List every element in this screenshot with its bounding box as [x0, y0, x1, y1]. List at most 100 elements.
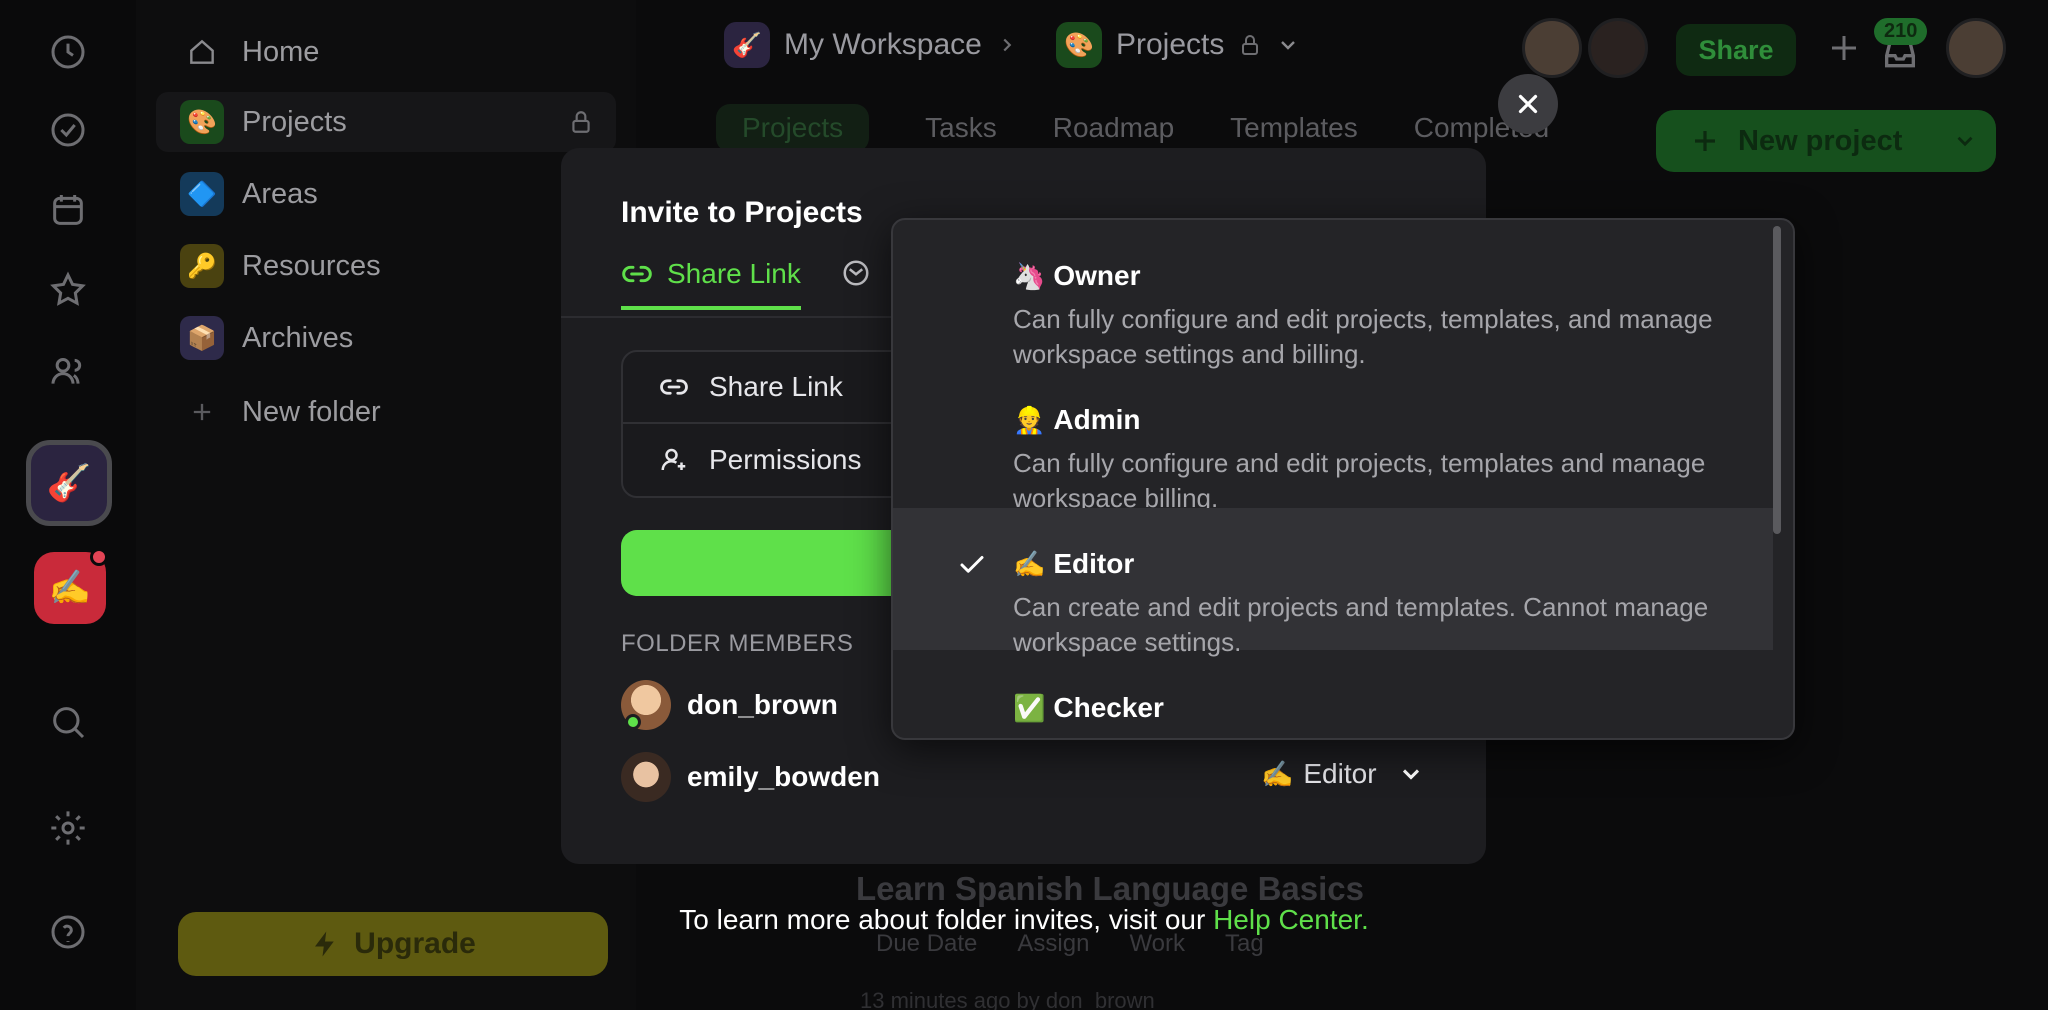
role-option-label: Checker: [1053, 692, 1164, 723]
chevron-right-icon: [996, 34, 1018, 56]
lock-icon: [568, 109, 594, 135]
calendar-icon[interactable]: [46, 188, 90, 232]
people-icon[interactable]: [46, 350, 90, 394]
project-card-title[interactable]: Learn Spanish Language Basics: [856, 870, 1364, 908]
role-option-admin[interactable]: 👷 Admin Can fully configure and edit pro…: [893, 364, 1773, 513]
member-name: don_brown: [687, 689, 838, 720]
construction-worker-icon: 👷: [1013, 405, 1046, 435]
role-dropdown: 🦄 Owner Can fully configure and edit pro…: [891, 218, 1795, 740]
permissions-option-label: Permissions: [709, 444, 862, 475]
close-modal-button[interactable]: [1498, 74, 1558, 134]
project-card-timestamp: 13 minutes ago by don_brown: [860, 988, 1155, 1010]
editor-role-icon: ✍️: [1261, 759, 1294, 789]
role-option-label: Editor: [1053, 548, 1135, 579]
breadcrumb-folder-label: Projects: [1116, 28, 1225, 61]
star-icon[interactable]: [46, 268, 90, 312]
unicorn-icon: 🦄: [1013, 261, 1046, 291]
member-name: emily_bowden: [687, 761, 880, 792]
role-option-description: Can fully configure and edit projects, t…: [1013, 304, 1713, 369]
envelope-icon: [841, 258, 871, 288]
modal-title: Invite to Projects: [621, 196, 863, 229]
sidebar-item-label: Home: [242, 35, 320, 68]
tab-templates[interactable]: Templates: [1230, 112, 1358, 152]
workspace-switcher-active[interactable]: 🎸: [26, 440, 112, 526]
breadcrumb-workspace-label: My Workspace: [784, 28, 982, 61]
sidebar-item-label: Archives: [242, 321, 354, 354]
plus-icon: [180, 390, 224, 434]
sidebar-item-archives[interactable]: 📦 Archives: [180, 308, 620, 368]
home-icon: [180, 30, 224, 74]
avatar[interactable]: [1522, 18, 1582, 78]
role-option-owner[interactable]: 🦄 Owner Can fully configure and edit pro…: [893, 220, 1773, 369]
areas-folder-icon: 🔷: [180, 172, 224, 216]
role-option-label: Admin: [1053, 404, 1141, 435]
tab-roadmap[interactable]: Roadmap: [1053, 112, 1174, 152]
folder-members-label: FOLDER MEMBERS: [621, 630, 854, 657]
help-note: To learn more about folder invites, visi…: [0, 904, 2048, 936]
tab-share-link-label: Share Link: [667, 258, 801, 289]
writing-hand-icon: ✍️: [1013, 549, 1046, 579]
sidebar-item-resources[interactable]: 🔑 Resources: [180, 236, 620, 296]
tab-email[interactable]: [841, 258, 871, 288]
role-option-title: 🦄 Owner: [1013, 260, 1141, 292]
new-project-label: New project: [1738, 124, 1903, 157]
projects-folder-icon: 🎨: [1056, 22, 1102, 68]
avatar[interactable]: [1946, 18, 2006, 78]
workspace-logo-icon: ✍️: [48, 569, 92, 607]
chevron-down-icon: [1397, 760, 1425, 788]
sidebar-item-label: Areas: [242, 177, 318, 210]
tab-projects[interactable]: Projects: [716, 104, 870, 152]
new-project-button[interactable]: New project: [1656, 110, 1996, 172]
role-option-label: Owner: [1053, 260, 1141, 291]
sidebar-item-label: Resources: [242, 249, 381, 282]
help-note-text: To learn more about folder invites, visi…: [679, 904, 1206, 935]
online-status-dot: [625, 714, 641, 730]
notification-dot: [90, 548, 108, 566]
check-circle-icon[interactable]: [46, 108, 90, 152]
dropdown-scrollbar[interactable]: [1773, 226, 1781, 534]
help-center-link[interactable]: Help Center.: [1213, 904, 1369, 935]
member-role-select[interactable]: ✍️ Editor: [1261, 758, 1425, 790]
avatar: [621, 752, 671, 802]
clock-icon[interactable]: [46, 30, 90, 74]
member-role-label: Editor: [1303, 758, 1377, 789]
sidebar-item-new-folder[interactable]: New folder: [180, 382, 620, 442]
role-option-title: 👷 Admin: [1013, 404, 1140, 436]
checkmark-icon: [957, 550, 987, 580]
sidebar-item-home[interactable]: Home: [180, 22, 620, 82]
sidebar-item-areas[interactable]: 🔷 Areas: [180, 164, 620, 224]
breadcrumb-workspace[interactable]: 🎸 My Workspace: [724, 22, 1018, 68]
avatar[interactable]: [1588, 18, 1648, 78]
role-option-title: ✍️ Editor: [1013, 548, 1134, 580]
link-icon: [659, 372, 689, 402]
plus-icon: [1690, 126, 1720, 156]
lock-icon: [1238, 33, 1262, 57]
tab-tasks[interactable]: Tasks: [925, 112, 997, 152]
projects-folder-icon: 🎨: [180, 100, 224, 144]
link-icon: [621, 258, 653, 290]
chevron-down-icon: [1276, 33, 1300, 57]
role-option-title: ✅ Checker: [1013, 692, 1164, 724]
gear-icon[interactable]: [46, 806, 90, 850]
member-row: emily_bowden: [621, 752, 880, 802]
check-mark-button-icon: ✅: [1013, 693, 1046, 723]
sidebar-item-label: Projects: [242, 105, 347, 138]
notification-badge: 210: [1874, 18, 1928, 45]
chevron-down-icon: [1952, 128, 1978, 154]
sidebar-item-label: New folder: [242, 395, 381, 428]
tab-share-link[interactable]: Share Link: [621, 258, 801, 310]
role-option-editor[interactable]: ✍️ Editor Can create and edit projects a…: [893, 508, 1773, 657]
role-option-description: Can create and edit projects and templat…: [1013, 592, 1709, 657]
add-icon[interactable]: [1826, 30, 1862, 66]
icon-rail: 🎸 ✍️: [0, 0, 136, 1010]
sidebar-item-projects[interactable]: 🎨 Projects: [156, 92, 616, 152]
search-icon[interactable]: [46, 700, 90, 744]
role-option-checker[interactable]: ✅ Checker: [893, 652, 1773, 738]
role-option-description: Can fully configure and edit projects, t…: [1013, 448, 1706, 513]
workspace-logo-icon: 🎸: [724, 22, 770, 68]
breadcrumb-folder[interactable]: 🎨 Projects: [1056, 22, 1300, 68]
share-button[interactable]: Share: [1676, 24, 1796, 76]
close-icon: [1513, 89, 1543, 119]
add-user-icon: [659, 445, 689, 475]
resources-folder-icon: 🔑: [180, 244, 224, 288]
